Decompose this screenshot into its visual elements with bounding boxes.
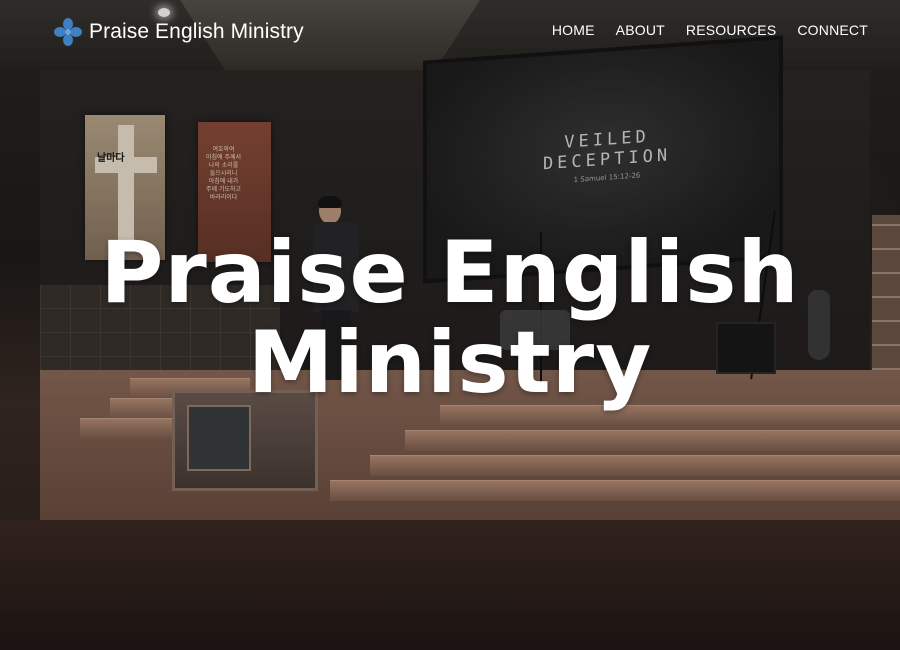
nav-resources[interactable]: RESOURCES <box>686 22 776 38</box>
main-nav: HOME ABOUT RESOURCES CONNECT <box>552 22 868 38</box>
nav-connect[interactable]: CONNECT <box>797 22 868 38</box>
hero-title: Praise English Ministry <box>0 228 900 408</box>
site-logo[interactable]: Praise English Ministry <box>53 16 304 48</box>
nav-about[interactable]: ABOUT <box>616 22 665 38</box>
nav-home[interactable]: HOME <box>552 22 595 38</box>
logo-text: Praise English Ministry <box>89 20 304 43</box>
hero-section: 날마다 여호와여 아침에 주께서 나의 소리를 들으시리니 아침에 내가 주께 … <box>0 0 900 650</box>
hero-title-line2: Ministry <box>247 313 653 413</box>
hero-title-line1: Praise English <box>100 223 800 323</box>
blue-flower-logo-icon <box>54 18 82 46</box>
site-header: Praise English Ministry HOME ABOUT RESOU… <box>0 0 900 64</box>
